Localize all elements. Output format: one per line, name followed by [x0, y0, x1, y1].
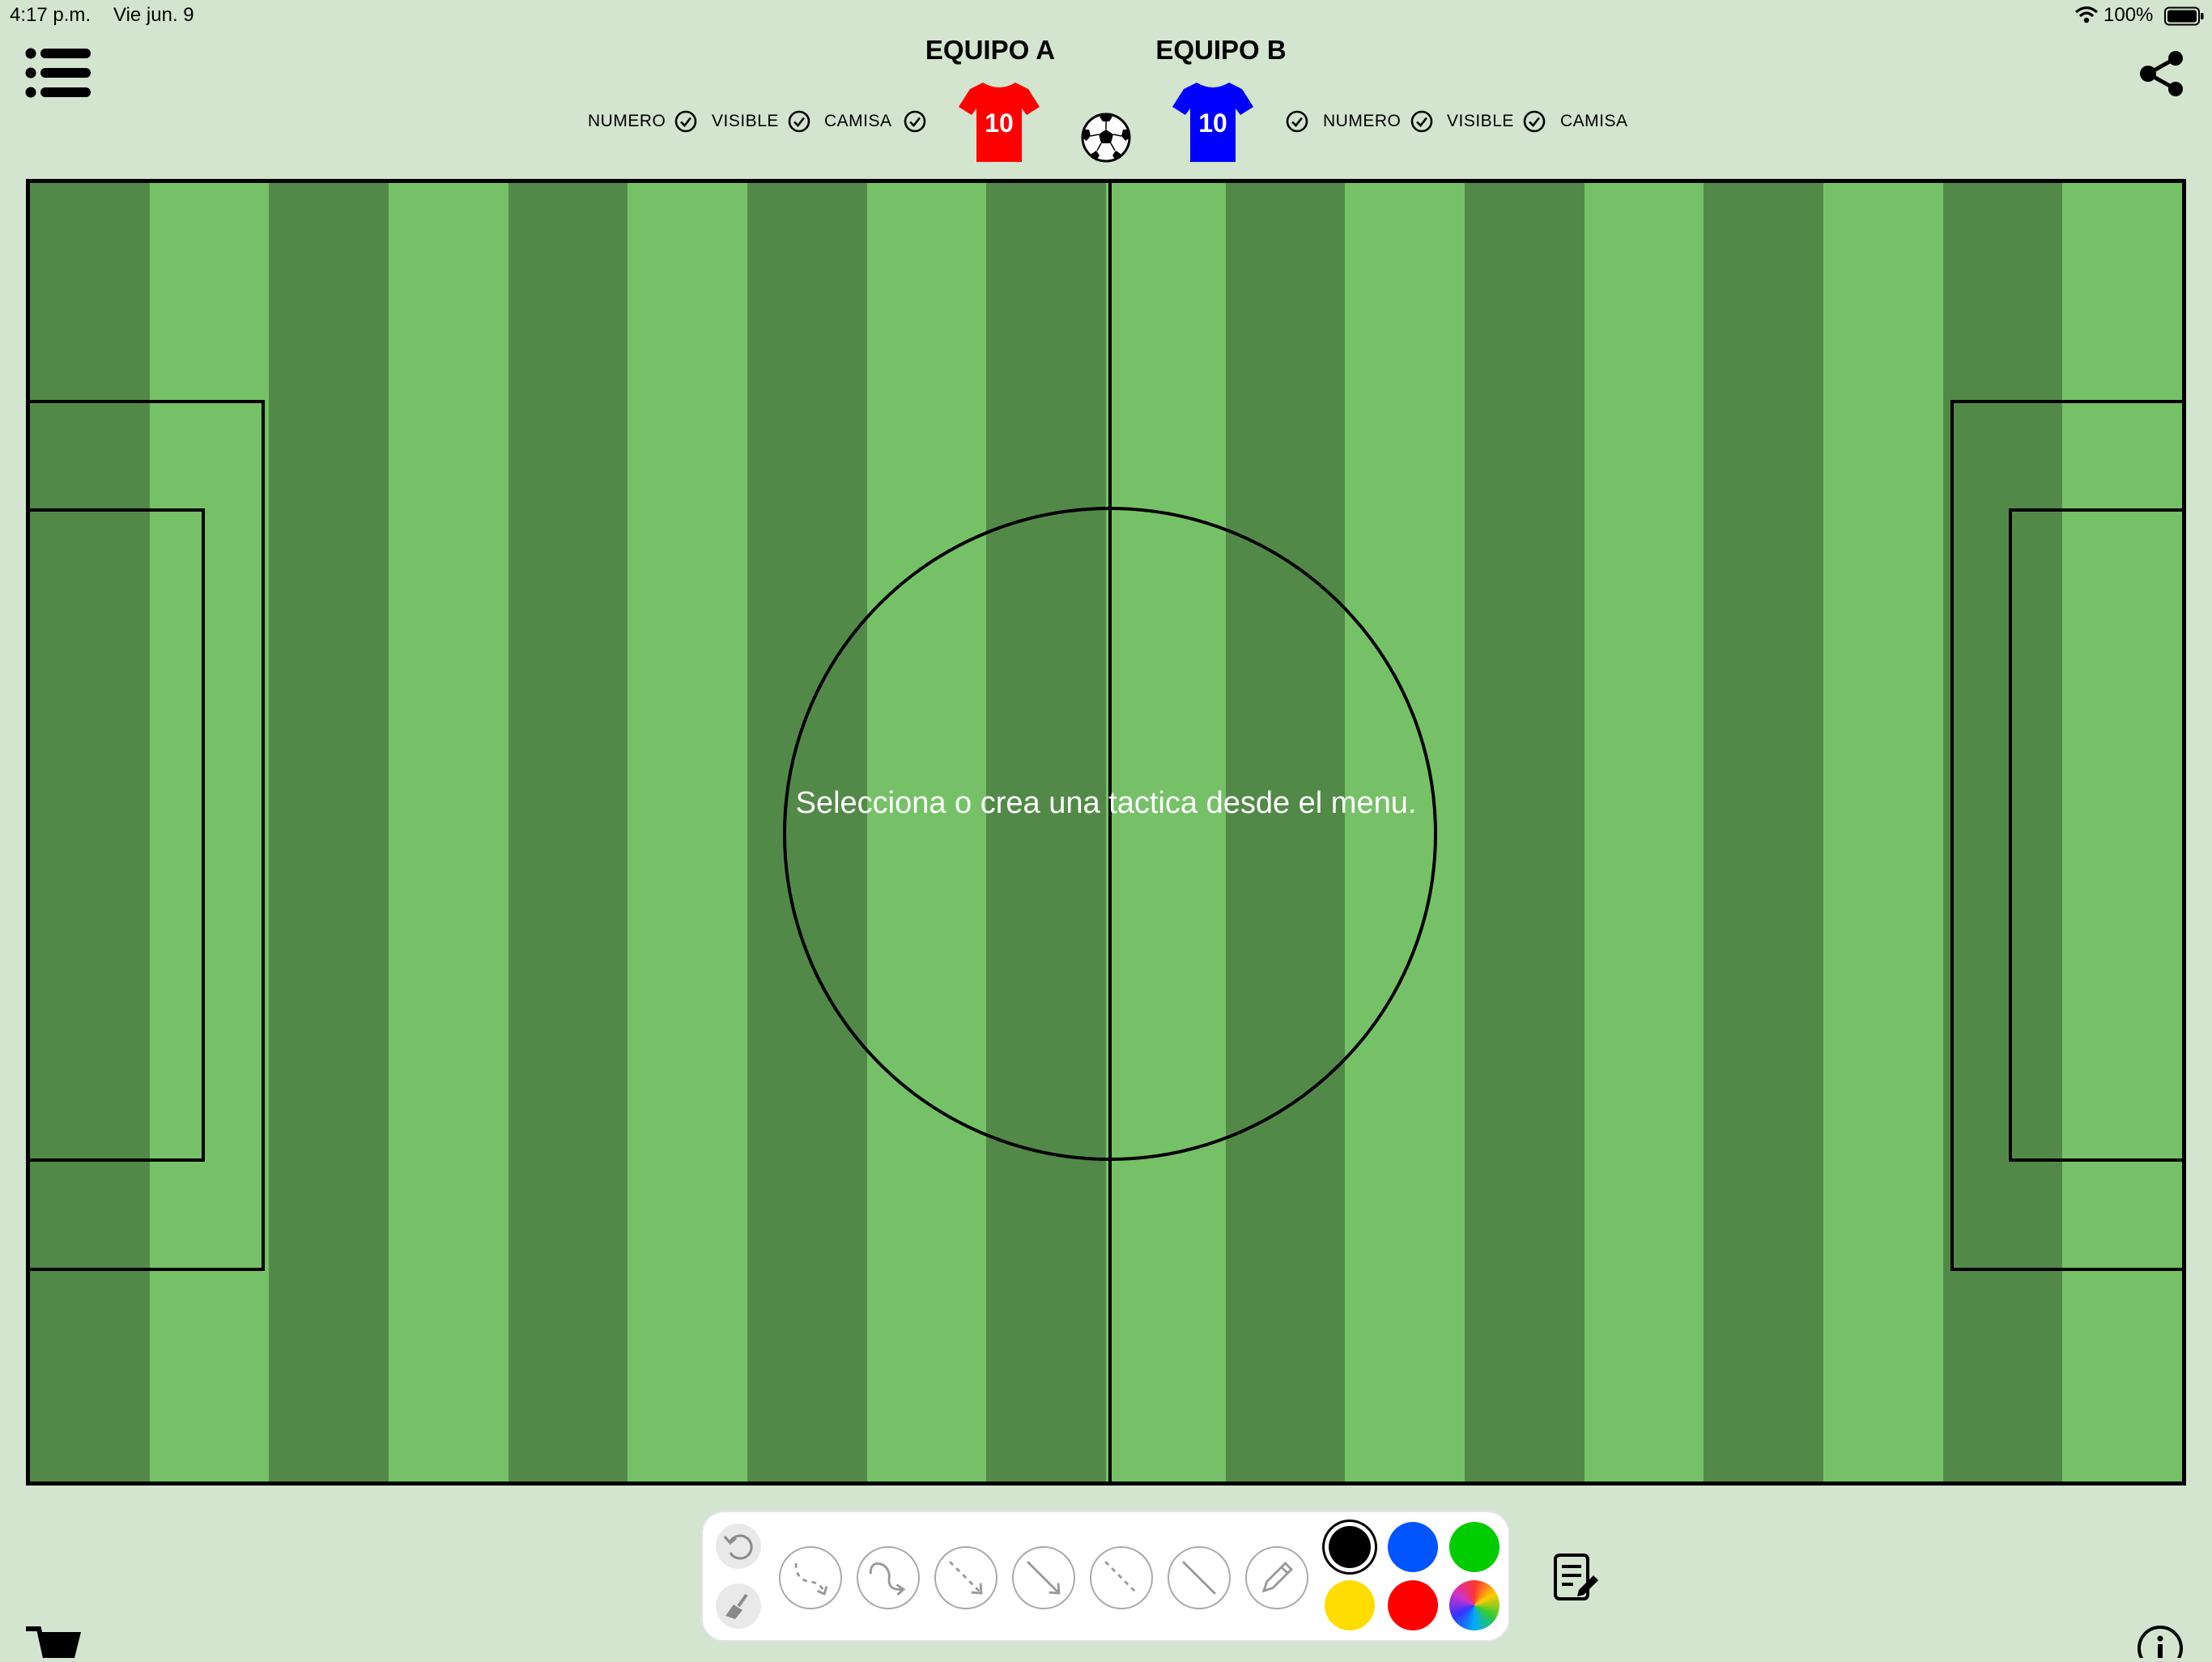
team-a-visible-check-icon[interactable] [788, 110, 810, 133]
color-swatch[interactable] [1449, 1522, 1499, 1572]
team-b-option-numero: NUMERO [1323, 112, 1402, 130]
pencil-icon[interactable] [1245, 1546, 1308, 1609]
color-swatch[interactable] [1325, 1580, 1375, 1630]
color-swatch[interactable] [1388, 1522, 1438, 1572]
soccer-ball-icon[interactable] [1080, 112, 1132, 164]
dashed-arrow-icon[interactable] [934, 1546, 998, 1609]
battery-percent: 100% [2104, 4, 2154, 26]
curve-arrow-icon[interactable] [857, 1546, 920, 1609]
wifi-icon [2074, 5, 2099, 24]
clear-brush-icon[interactable] [716, 1583, 761, 1629]
color-swatch[interactable] [1388, 1580, 1438, 1630]
straight-line-icon[interactable] [1168, 1546, 1231, 1609]
soccer-pitch[interactable]: Selecciona o crea una tactica desde el m… [26, 179, 2186, 1486]
team-a-option-camisa: CAMISA [824, 112, 892, 130]
team-a-camisa-check-icon[interactable] [904, 110, 926, 133]
right-goal-area [2009, 508, 2182, 1162]
status-date: Vie jun. 9 [113, 4, 194, 26]
color-swatch[interactable] [1329, 1526, 1371, 1568]
color-wheel-icon[interactable] [1449, 1580, 1499, 1630]
pitch-message: Selecciona o crea una tactica desde el m… [795, 786, 1417, 820]
team-b-option-visible: VISIBLE [1447, 112, 1514, 130]
team-a-numero-check-icon[interactable] [674, 110, 697, 133]
team-b-option-camisa: CAMISA [1560, 112, 1628, 130]
team-b-name[interactable]: EQUIPO B [1124, 35, 1318, 66]
team-a-option-visible: VISIBLE [712, 112, 779, 130]
dashed-curve-arrow-icon[interactable] [779, 1546, 842, 1609]
team-a-option-numero: NUMERO [588, 112, 666, 130]
team-b-camisa-check-icon[interactable] [1523, 110, 1546, 133]
team-a-jersey-number: 10 [985, 108, 1014, 138]
team-b-visible-check-icon[interactable] [1410, 110, 1433, 133]
info-icon[interactable] [2136, 1624, 2184, 1662]
cart-icon[interactable] [24, 1622, 84, 1659]
team-a-name[interactable]: EQUIPO A [893, 35, 1087, 66]
battery-icon [2164, 6, 2205, 26]
right-penalty-area [1950, 400, 2182, 1271]
notes-icon[interactable] [1553, 1553, 1600, 1603]
undo-icon[interactable] [716, 1524, 761, 1569]
team-b-jersey-icon[interactable]: 10 [1171, 79, 1255, 164]
straight-arrow-icon[interactable] [1012, 1546, 1075, 1609]
team-b-numero-check-icon[interactable] [1286, 110, 1308, 133]
list-icon[interactable] [24, 47, 92, 99]
status-time: 4:17 p.m. [10, 4, 91, 26]
pitch-lines [30, 183, 2182, 1481]
left-goal-area [30, 508, 205, 1162]
dashed-line-icon[interactable] [1090, 1546, 1153, 1609]
team-b-jersey-number: 10 [1198, 108, 1227, 138]
left-penalty-area [30, 400, 265, 1271]
drawing-toolbar [701, 1511, 1510, 1642]
team-a-jersey-icon[interactable]: 10 [957, 79, 1041, 164]
share-icon[interactable] [2138, 50, 2186, 97]
